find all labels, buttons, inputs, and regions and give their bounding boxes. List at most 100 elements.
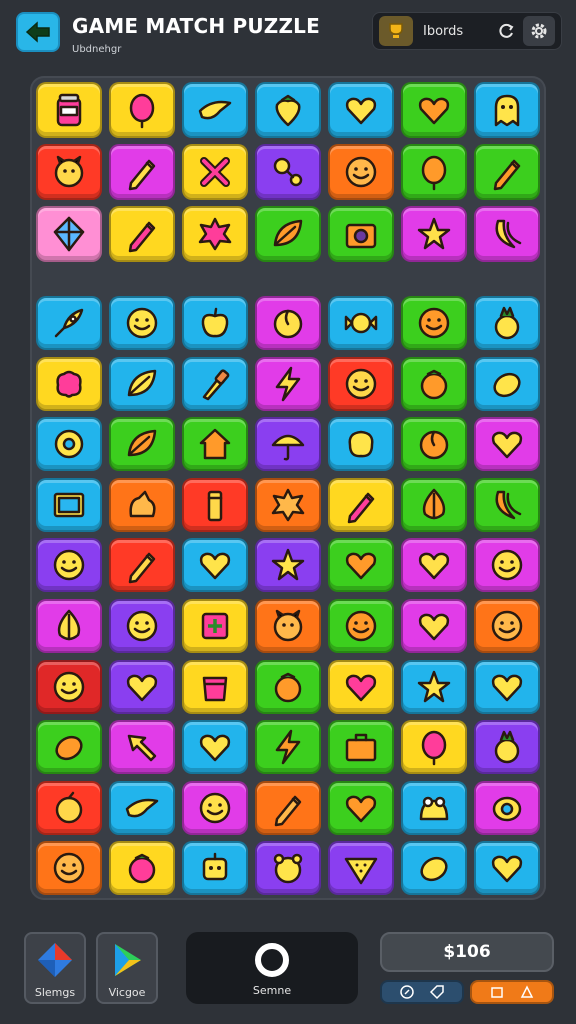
board-tile[interactable] (401, 841, 467, 896)
board-tile[interactable] (401, 538, 467, 593)
board-tile[interactable] (474, 144, 540, 200)
board-tile[interactable] (401, 720, 467, 775)
board-tile[interactable] (328, 659, 394, 714)
board-tile[interactable] (109, 841, 175, 896)
board-tile[interactable] (36, 477, 102, 532)
settings-button[interactable] (523, 16, 555, 46)
board-tile[interactable] (182, 598, 248, 653)
board-tile[interactable] (255, 206, 321, 262)
board-tile[interactable] (255, 356, 321, 411)
board-tile[interactable] (109, 296, 175, 350)
board-tile[interactable] (474, 720, 540, 775)
board-tile[interactable] (401, 82, 467, 138)
board-tile[interactable] (36, 598, 102, 653)
board-tile[interactable] (36, 356, 102, 411)
boards-button[interactable] (379, 16, 413, 46)
board-tile[interactable] (401, 144, 467, 200)
board-tile[interactable] (328, 477, 394, 532)
board-tile[interactable] (109, 780, 175, 835)
board-tile[interactable] (109, 598, 175, 653)
board-tile[interactable] (474, 598, 540, 653)
board-tile[interactable] (182, 720, 248, 775)
board-tile[interactable] (109, 82, 175, 138)
board-tile[interactable] (182, 659, 248, 714)
board-tile[interactable] (328, 598, 394, 653)
board-tile[interactable] (182, 780, 248, 835)
board-tile[interactable] (255, 720, 321, 775)
refresh-button[interactable] (495, 20, 517, 42)
board-tile[interactable] (474, 841, 540, 896)
board-tile[interactable] (474, 538, 540, 593)
board-tile[interactable] (474, 82, 540, 138)
board-tile[interactable] (255, 780, 321, 835)
board-tile[interactable] (182, 82, 248, 138)
tool-buttons-right[interactable] (470, 980, 554, 1004)
center-panel[interactable]: Semne (186, 932, 358, 1004)
board-tile[interactable] (474, 780, 540, 835)
board-tile[interactable] (255, 417, 321, 472)
board-tile[interactable] (182, 356, 248, 411)
tool-buttons-left[interactable] (380, 980, 464, 1004)
board-tile[interactable] (328, 356, 394, 411)
board-tile[interactable] (109, 477, 175, 532)
board-tile[interactable] (36, 659, 102, 714)
board-tile[interactable] (255, 841, 321, 896)
board-tile[interactable] (36, 780, 102, 835)
board-tile[interactable] (36, 417, 102, 472)
board-tile[interactable] (36, 144, 102, 200)
board-tile[interactable] (328, 780, 394, 835)
board-tile[interactable] (401, 780, 467, 835)
board-tile[interactable] (109, 206, 175, 262)
board-tile[interactable] (182, 538, 248, 593)
board-tile[interactable] (401, 356, 467, 411)
board-tile[interactable] (328, 538, 394, 593)
board-tile[interactable] (255, 598, 321, 653)
board-tile[interactable] (182, 417, 248, 472)
board-tile[interactable] (36, 538, 102, 593)
board-tile[interactable] (109, 659, 175, 714)
board-tile[interactable] (182, 296, 248, 350)
board-tile[interactable] (255, 144, 321, 200)
board-tile[interactable] (182, 477, 248, 532)
board-tile[interactable] (474, 477, 540, 532)
board-tile[interactable] (182, 206, 248, 262)
board-tile[interactable] (109, 356, 175, 411)
board-tile[interactable] (474, 417, 540, 472)
board-tile[interactable] (401, 477, 467, 532)
board-tile[interactable] (328, 841, 394, 896)
board-tile[interactable] (328, 720, 394, 775)
board-tile[interactable] (182, 144, 248, 200)
board-tile[interactable] (36, 841, 102, 896)
board-tile[interactable] (255, 296, 321, 350)
back-button[interactable] (16, 12, 60, 52)
board-tile[interactable] (474, 296, 540, 350)
board-tile[interactable] (182, 841, 248, 896)
board-tile[interactable] (255, 659, 321, 714)
board-tile[interactable] (401, 296, 467, 350)
board-tile[interactable] (255, 82, 321, 138)
board-tile[interactable] (109, 538, 175, 593)
board-tile[interactable] (36, 720, 102, 775)
board-tile[interactable] (328, 82, 394, 138)
board-tile[interactable] (255, 538, 321, 593)
board-tile[interactable] (401, 598, 467, 653)
board-tile[interactable] (474, 356, 540, 411)
board-tile[interactable] (401, 417, 467, 472)
video-button[interactable]: Vicgoe (96, 932, 158, 1004)
board-tile[interactable] (255, 477, 321, 532)
board-tile[interactable] (36, 206, 102, 262)
board-tile[interactable] (109, 720, 175, 775)
board-tile[interactable] (474, 659, 540, 714)
board-tile[interactable] (36, 82, 102, 138)
board-tile[interactable] (328, 296, 394, 350)
board-tile[interactable] (328, 417, 394, 472)
board-tile[interactable] (328, 144, 394, 200)
board-tile[interactable] (401, 659, 467, 714)
board-tile[interactable] (328, 206, 394, 262)
shapes-button[interactable]: Slemgs (24, 932, 86, 1004)
board-tile[interactable] (474, 206, 540, 262)
board-tile[interactable] (36, 296, 102, 350)
board-tile[interactable] (109, 144, 175, 200)
board-tile[interactable] (401, 206, 467, 262)
board-tile[interactable] (109, 417, 175, 472)
